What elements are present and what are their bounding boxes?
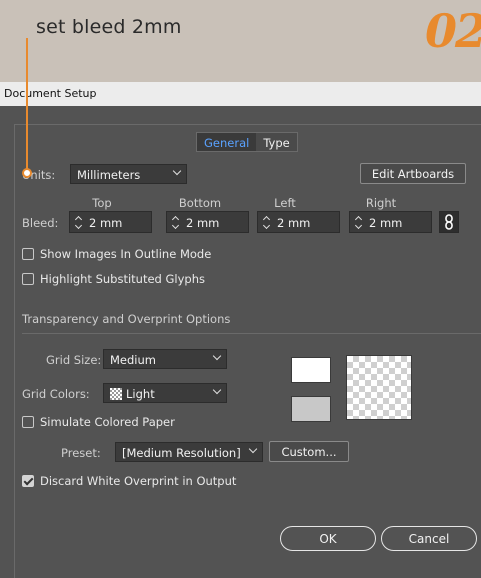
highlight-glyphs-label: Highlight Substituted Glyphs <box>40 272 205 286</box>
cancel-button[interactable]: Cancel <box>381 526 477 551</box>
bleed-bottom-heading: Bottom <box>178 196 222 210</box>
edit-artboards-button[interactable]: Edit Artboards <box>360 163 466 184</box>
bleed-top-heading: Top <box>92 196 112 210</box>
bleed-right-input[interactable]: 2 mm <box>349 211 432 233</box>
stepper-arrows-icon <box>171 215 181 230</box>
stepper-arrows-icon <box>354 215 364 230</box>
grid-size-value: Medium <box>110 353 156 367</box>
link-bleed-button[interactable] <box>439 211 459 233</box>
discard-overprint-checkbox[interactable] <box>22 475 34 487</box>
grid-size-label: Grid Size: <box>46 353 102 367</box>
transparency-section-title: Transparency and Overprint Options <box>22 312 231 326</box>
callout-dot <box>22 168 32 178</box>
stepper-arrows-icon <box>262 215 272 230</box>
show-images-checkbox[interactable] <box>22 248 34 260</box>
show-images-checkbox-row[interactable]: Show Images In Outline Mode <box>22 247 211 261</box>
bleed-label: Bleed: <box>22 216 59 230</box>
bleed-bottom-input[interactable]: 2 mm <box>166 211 249 233</box>
preset-value: [Medium Resolution] <box>122 446 241 460</box>
chain-link-icon <box>445 214 453 230</box>
dialog-title: Document Setup <box>0 82 481 106</box>
section-divider <box>22 333 481 334</box>
units-value: Millimeters <box>77 168 141 182</box>
simulate-paper-checkbox[interactable] <box>22 416 34 428</box>
bleed-right-heading: Right <box>365 196 397 210</box>
bleed-left-heading: Left <box>274 196 296 210</box>
grid-colors-label: Grid Colors: <box>22 387 90 401</box>
units-dropdown[interactable]: Millimeters <box>70 164 187 184</box>
tutorial-caption: set bleed 2mm <box>36 16 182 38</box>
preset-label: Preset: <box>61 446 101 460</box>
bleed-left-input[interactable]: 2 mm <box>257 211 340 233</box>
grid-colors-dropdown[interactable]: Light <box>103 383 227 403</box>
custom-button[interactable]: Custom... <box>269 441 349 462</box>
stepper-arrows-icon <box>74 215 84 230</box>
dialog-panel <box>14 124 481 578</box>
preset-dropdown[interactable]: [Medium Resolution] <box>115 442 263 462</box>
chevron-down-icon <box>248 444 258 454</box>
simulated-paper-swatch[interactable] <box>291 396 331 422</box>
discard-overprint-label: Discard White Overprint in Output <box>40 474 237 488</box>
tab-bar: General Type <box>196 132 298 152</box>
show-images-label: Show Images In Outline Mode <box>40 247 212 261</box>
chevron-down-icon <box>212 351 222 361</box>
bleed-top-input[interactable]: 2 mm <box>69 211 152 233</box>
grid-size-dropdown[interactable]: Medium <box>103 349 227 369</box>
highlight-glyphs-checkbox-row[interactable]: Highlight Substituted Glyphs <box>22 272 205 286</box>
simulate-paper-checkbox-row[interactable]: Simulate Colored Paper <box>22 415 175 429</box>
discard-overprint-checkbox-row[interactable]: Discard White Overprint in Output <box>22 474 236 488</box>
chevron-down-icon <box>172 166 182 176</box>
paper-color-swatch[interactable] <box>291 357 331 383</box>
highlight-glyphs-checkbox[interactable] <box>22 273 34 285</box>
tab-general[interactable]: General <box>197 133 257 151</box>
simulate-paper-label: Simulate Colored Paper <box>40 415 175 429</box>
checker-swatch-icon <box>110 388 122 400</box>
ok-button[interactable]: OK <box>280 526 376 551</box>
step-number: 02 <box>424 4 481 58</box>
callout-line <box>26 38 28 174</box>
transparency-grid-preview <box>346 355 412 420</box>
document-setup-dialog: Document Setup General Type Units: Milli… <box>0 82 481 578</box>
tab-type[interactable]: Type <box>256 133 296 151</box>
chevron-down-icon <box>212 385 222 395</box>
grid-colors-value: Light <box>126 387 155 401</box>
